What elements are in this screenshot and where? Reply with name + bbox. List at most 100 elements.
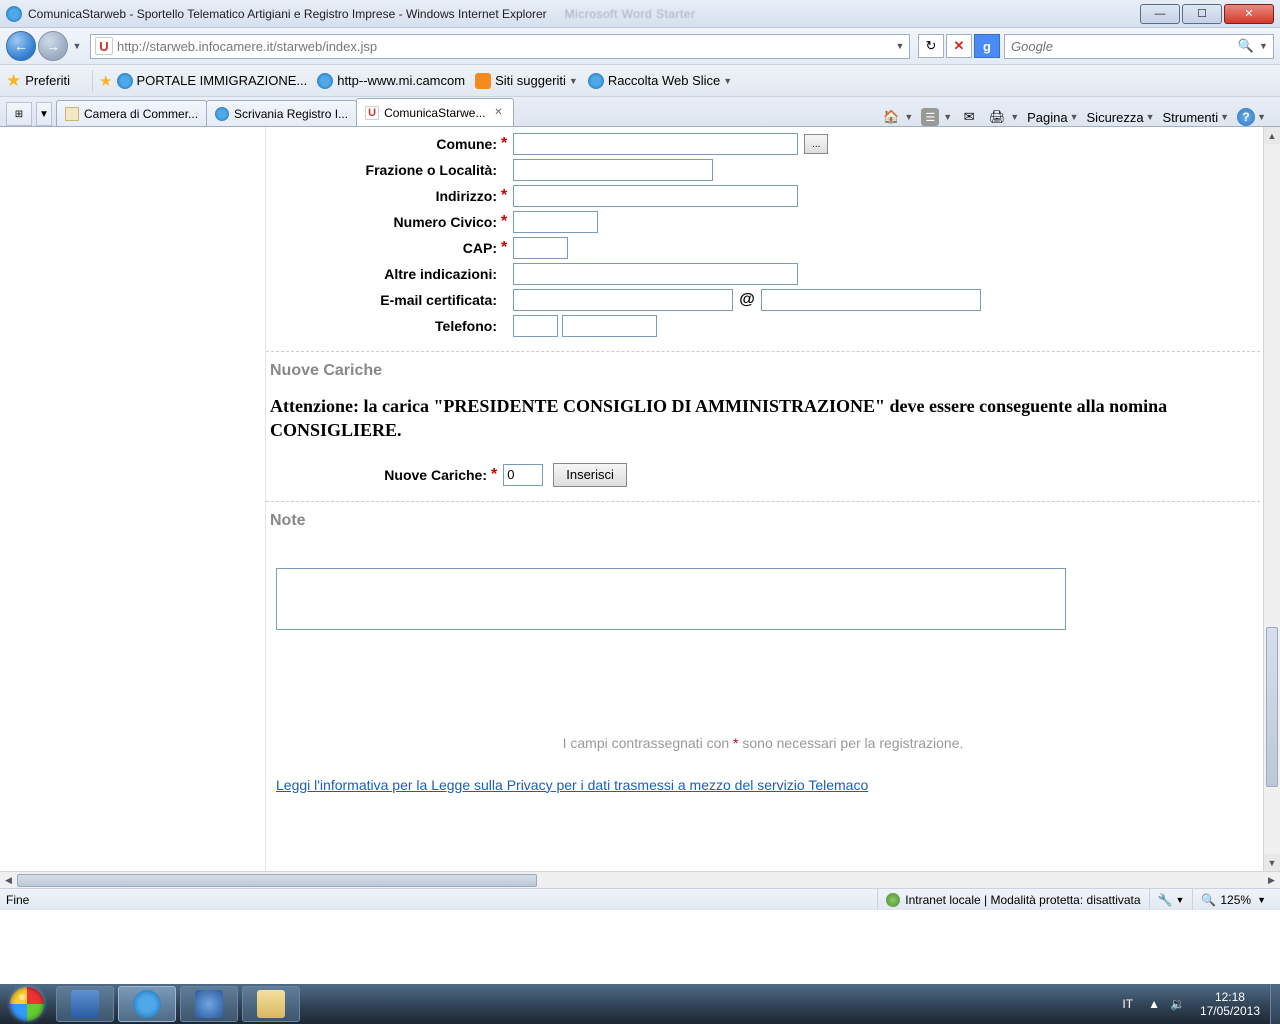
search-input[interactable] xyxy=(1005,39,1233,54)
bookmark-portale[interactable]: PORTALE IMMIGRAZIONE... xyxy=(117,73,308,89)
tools-menu[interactable]: Strumenti▼ xyxy=(1163,110,1230,125)
altre-label: Altre indicazioni: xyxy=(266,266,501,282)
feeds-button[interactable]: ☰▼ xyxy=(921,108,952,126)
bookmark-siti-suggeriti[interactable]: Siti suggeriti ▼ xyxy=(475,73,578,89)
required-footer-note: I campi contrassegnati con * sono necess… xyxy=(266,735,1260,751)
show-desktop-button[interactable] xyxy=(1270,984,1280,1024)
zoom-control[interactable]: 🔍 125% ▼ xyxy=(1192,889,1274,910)
tab-comunica-starweb[interactable]: U ComunicaStarwe... ✕ xyxy=(356,98,514,126)
thunderbird-icon xyxy=(195,990,223,1018)
scroll-track[interactable] xyxy=(17,874,1263,887)
taskbar-word[interactable] xyxy=(56,986,114,1022)
email-local-input[interactable] xyxy=(513,289,733,311)
privacy-link[interactable]: Leggi l'informativa per la Legge sulla P… xyxy=(276,777,868,793)
tab-bar: ⊞ ▼ Camera di Commer... Scrivania Regist… xyxy=(0,97,1280,127)
add-favorite-icon[interactable]: ★ xyxy=(99,72,112,90)
scroll-thumb[interactable] xyxy=(1266,627,1278,787)
clock-date: 17/05/2013 xyxy=(1200,1004,1260,1018)
vertical-scrollbar[interactable]: ▲ ▼ xyxy=(1263,127,1280,871)
required-marker: * xyxy=(501,239,507,257)
taskbar-ie[interactable] xyxy=(118,986,176,1022)
scroll-right-button[interactable]: ▶ xyxy=(1263,872,1280,889)
note-textarea[interactable] xyxy=(276,568,1066,630)
help-button[interactable]: ?▼ xyxy=(1237,108,1266,126)
ie-logo-icon xyxy=(6,6,22,22)
altre-input[interactable] xyxy=(513,263,798,285)
bookmark-label: http--www.mi.camcom xyxy=(337,73,465,88)
search-provider-icon[interactable]: g xyxy=(974,34,1000,58)
required-marker: * xyxy=(501,213,507,231)
nuove-cariche-title: Nuove Cariche xyxy=(270,362,1260,380)
start-button[interactable] xyxy=(0,984,54,1024)
comune-browse-button[interactable]: ... xyxy=(804,134,828,154)
indirizzo-input[interactable] xyxy=(513,185,798,207)
url-dropdown[interactable]: ▼ xyxy=(891,41,909,51)
url-input[interactable] xyxy=(117,39,891,54)
tab-label: ComunicaStarwe... xyxy=(384,106,485,120)
clock[interactable]: 12:18 17/05/2013 xyxy=(1190,990,1270,1019)
address-section: Comune:* ... Frazione o Località:* Indir… xyxy=(266,133,1260,352)
language-indicator[interactable]: IT xyxy=(1112,997,1143,1011)
forward-button[interactable]: → xyxy=(38,31,68,61)
back-button[interactable]: ← xyxy=(6,31,36,61)
safety-menu[interactable]: Sicurezza▼ xyxy=(1087,110,1155,125)
frazione-input[interactable] xyxy=(513,159,713,181)
volume-icon[interactable]: 🔉 xyxy=(1170,997,1185,1011)
address-bar[interactable]: U ▼ xyxy=(90,34,910,59)
cap-label: CAP: xyxy=(266,240,501,256)
comune-input[interactable] xyxy=(513,133,798,155)
telefono-prefix-input[interactable] xyxy=(513,315,558,337)
feed-icon xyxy=(475,73,491,89)
protected-mode-toggle[interactable]: 🔧▼ xyxy=(1149,889,1193,910)
scroll-thumb[interactable] xyxy=(17,874,537,887)
bookmark-label: Raccolta Web Slice xyxy=(608,73,720,88)
minimize-button[interactable]: — xyxy=(1140,4,1180,24)
horizontal-scrollbar[interactable]: ◀ ▶ xyxy=(0,871,1280,888)
show-hidden-icons[interactable]: ▲ xyxy=(1148,997,1160,1011)
tab-list-dropdown[interactable]: ▼ xyxy=(36,102,52,126)
search-box[interactable]: 🔍 ▼ xyxy=(1004,34,1274,59)
refresh-button[interactable]: ↻ xyxy=(918,34,944,58)
tab-scrivania[interactable]: Scrivania Registro I... xyxy=(206,100,357,126)
tab-label: Scrivania Registro I... xyxy=(234,107,348,121)
civico-input[interactable] xyxy=(513,211,598,233)
status-text: Fine xyxy=(6,893,29,907)
security-zone[interactable]: Intranet locale | Modalità protetta: dis… xyxy=(877,889,1148,910)
favorites-star-icon[interactable]: ★ xyxy=(6,71,21,91)
search-icon[interactable]: 🔍 xyxy=(1233,38,1259,54)
scroll-up-button[interactable]: ▲ xyxy=(1264,127,1280,144)
site-icon: U xyxy=(95,37,113,55)
search-dropdown[interactable]: ▼ xyxy=(1259,41,1273,51)
cap-input[interactable] xyxy=(513,237,568,259)
close-tab-icon[interactable]: ✕ xyxy=(491,106,505,120)
bookmark-camcom[interactable]: http--www.mi.camcom xyxy=(317,73,465,89)
telefono-number-input[interactable] xyxy=(562,315,657,337)
menu-label: Pagina xyxy=(1027,110,1067,125)
inserisci-button[interactable]: Inserisci xyxy=(553,463,627,487)
print-button[interactable]: 🖨▼ xyxy=(988,108,1019,126)
scroll-left-button[interactable]: ◀ xyxy=(0,872,17,889)
home-button[interactable]: 🏠▼ xyxy=(882,108,913,126)
nuove-cariche-input[interactable] xyxy=(503,464,543,486)
close-button[interactable]: ✕ xyxy=(1224,4,1274,24)
nav-history-dropdown[interactable]: ▼ xyxy=(70,41,84,51)
stop-button[interactable]: ✕ xyxy=(946,34,972,58)
page-menu[interactable]: Pagina▼ xyxy=(1027,110,1078,125)
command-bar: 🏠▼ ☰▼ ✉ 🖨▼ Pagina▼ Sicurezza▼ Strumenti▼… xyxy=(882,108,1274,126)
windows-orb-icon xyxy=(10,987,44,1021)
civico-label: Numero Civico: xyxy=(266,214,501,230)
favorites-label[interactable]: Preferiti xyxy=(25,73,70,88)
tab-camera[interactable]: Camera di Commer... xyxy=(56,100,207,126)
rss-icon: ☰ xyxy=(921,108,939,126)
taskbar-thunderbird[interactable] xyxy=(180,986,238,1022)
bookmark-raccolta-web-slice[interactable]: Raccolta Web Slice ▼ xyxy=(588,73,732,89)
email-domain-input[interactable] xyxy=(761,289,981,311)
navigation-bar: ← → ▼ U ▼ ↻ ✕ g 🔍 ▼ xyxy=(0,28,1280,65)
read-mail-button[interactable]: ✉ xyxy=(960,108,980,126)
scroll-down-button[interactable]: ▼ xyxy=(1264,854,1280,871)
maximize-button[interactable]: ☐ xyxy=(1182,4,1222,24)
quick-tabs-button[interactable]: ⊞ xyxy=(6,102,32,126)
bookmark-label: Siti suggeriti xyxy=(495,73,566,88)
chevron-down-icon: ▼ xyxy=(723,76,732,86)
taskbar-explorer[interactable] xyxy=(242,986,300,1022)
